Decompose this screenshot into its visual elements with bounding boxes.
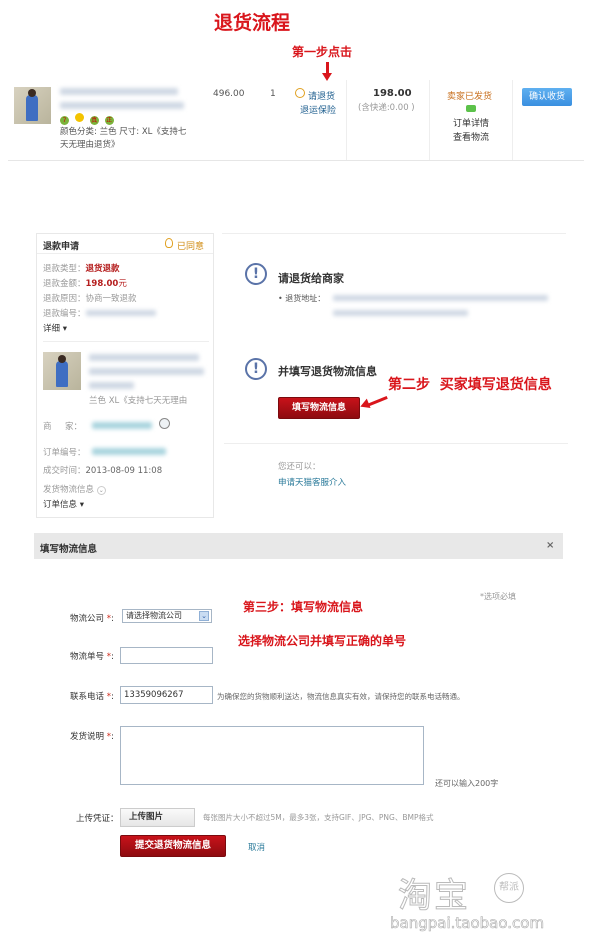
product-spec: 颜色分类: 兰色 尺寸: XL《支持七天无理由退货》: [60, 127, 187, 150]
badge-7day-icon: 7: [60, 116, 69, 125]
order-status: 卖家已发货: [447, 92, 493, 102]
step3-annotation: 第三步：填写物流信息: [243, 600, 364, 614]
also-can-label: 您还可以：: [278, 462, 321, 472]
service-badges: 7 真 正: [60, 113, 114, 125]
confirm-receipt-button[interactable]: 确认收货: [522, 88, 572, 106]
request-service-link[interactable]: 申请天猫客服介入: [278, 476, 346, 488]
refund-info: 退款类型：退货退款 退款金额：198.00元 退款原因：协商一致退款 退款编号：…: [43, 262, 156, 337]
refund-type-row: 退款类型：退货退款: [43, 264, 120, 274]
seller-label: 商 家：: [43, 422, 83, 432]
product-spec: 兰色 XL《支持七天无理由: [89, 396, 188, 406]
watermark-url: bangpai.taobao.com: [390, 914, 545, 933]
fill-logistics-button[interactable]: 填写物流信息: [278, 397, 360, 419]
order-info-toggle[interactable]: 订单信息 ▾: [43, 498, 84, 510]
shipping-note-textarea[interactable]: [120, 726, 424, 785]
refund-reason-row: 退款原因：协商一致退款: [43, 294, 137, 304]
refund-panel-title: 退款申请: [43, 242, 80, 252]
step2-annotation: 第二步 买家填写退货信息: [388, 377, 552, 393]
order-row: 7 真 正 颜色分类: 兰色 尺寸: XL《支持七天无理由退货》 496.00 …: [8, 80, 584, 161]
return-address-blurred: [333, 294, 548, 319]
wangwang-chat-icon[interactable]: [159, 418, 170, 429]
badge-gold-icon: [74, 113, 84, 122]
alert-icon: !: [245, 263, 267, 285]
refund-panel: 退款申请 已同意 退款类型：退货退款 退款金额：198.00元 退款原因：协商一…: [36, 233, 214, 518]
refund-amount-row: 退款金额：198.00元: [43, 279, 127, 289]
divider: [43, 341, 209, 342]
request-return-link[interactable]: 请退货: [308, 89, 335, 102]
product-thumbnail[interactable]: [43, 352, 81, 390]
watermark-badge: 帮派: [494, 873, 524, 903]
shipping-note: (含快递:0.00 ): [358, 103, 415, 113]
logistics-company-select[interactable]: 请选择物流公司 ⌄: [122, 609, 212, 623]
fill-logistics-heading: 并填写退货物流信息: [278, 365, 377, 378]
order-total: 198.00: [373, 88, 412, 99]
char-counter: 还可以输入200字: [435, 779, 499, 788]
cancel-link[interactable]: 取消: [248, 841, 265, 853]
close-icon[interactable]: ×: [546, 540, 554, 551]
chat-icon[interactable]: [466, 105, 476, 112]
product-title-blurred[interactable]: [89, 354, 204, 392]
order-number-blurred[interactable]: [92, 448, 166, 458]
return-to-seller-heading: 请退货给商家: [278, 272, 344, 285]
chevron-down-icon[interactable]: ⌄: [199, 611, 209, 621]
refund-status: 已同意: [177, 242, 205, 252]
alert-icon: !: [245, 358, 267, 380]
chevron-down-icon: ▾: [62, 324, 67, 334]
return-insurance-link[interactable]: 退运保险: [300, 103, 336, 116]
phone-hint: 为确保您的货物顺利送达，物流信息真实有效，请保持您的联系电话畅通。: [217, 692, 465, 701]
phone-input[interactable]: 13359096267: [120, 686, 213, 704]
refund-panel-header: 退款申请 已同意: [37, 234, 213, 254]
tracking-label: 物流单号 *:: [70, 652, 114, 662]
deal-time-row: 成交时间：2013-08-09 11:08: [43, 466, 163, 476]
company-label: 物流公司 *:: [70, 614, 114, 624]
step2-arrowhead-icon: [358, 398, 371, 412]
lightbulb-icon: [165, 238, 173, 248]
unit-price: 496.00: [213, 89, 245, 99]
dialog-title: 填写物流信息: [40, 544, 98, 555]
tracking-number-input[interactable]: [120, 647, 213, 664]
refund-number-row: 退款编号：: [43, 307, 156, 322]
note-label: 发货说明 *:: [70, 732, 114, 742]
chevron-down-icon: ⌄: [96, 486, 106, 495]
view-logistics-link[interactable]: 查看物流: [453, 130, 489, 143]
upload-hint: 每张图片大小不超过5M，最多3张，支持GIF、JPG、PNG、BMP格式: [203, 813, 434, 822]
watermark-logo: 淘宝: [398, 876, 470, 917]
product-thumbnail[interactable]: [14, 87, 51, 124]
step3-sub-annotation: 选择物流公司并填写正确的单号: [238, 634, 407, 648]
chevron-down-icon: ▾: [79, 500, 84, 510]
divider: [222, 233, 566, 234]
divider: [429, 80, 430, 160]
order-number-label: 订单编号：: [43, 448, 86, 458]
phone-label: 联系电话 *:: [70, 692, 114, 702]
refund-detail-toggle[interactable]: 详细 ▾: [43, 322, 156, 337]
clock-icon: [295, 88, 305, 98]
divider: [512, 80, 513, 160]
order-detail-link[interactable]: 订单详情: [453, 116, 489, 129]
badge-authentic-icon: 正: [104, 116, 114, 125]
badge-genuine-icon: 真: [89, 116, 99, 125]
return-address-label: • 退货地址：: [278, 294, 326, 303]
dialog-header: 填写物流信息 ×: [34, 533, 563, 559]
submit-logistics-button[interactable]: 提交退货物流信息: [120, 835, 226, 857]
step1-annotation: 第一步点击: [292, 45, 353, 59]
divider: [224, 443, 568, 444]
divider: [346, 80, 347, 160]
quantity: 1: [270, 89, 276, 99]
product-title-blurred[interactable]: [60, 88, 190, 112]
upload-image-button[interactable]: 上传图片: [120, 808, 195, 827]
shipping-info-toggle[interactable]: 发货物流信息 ⌄: [43, 483, 106, 495]
upload-label: 上传凭证：: [76, 814, 119, 824]
seller-name-blurred[interactable]: [92, 422, 152, 432]
page-title: 退货流程: [214, 12, 291, 34]
required-note: *选项必填: [480, 592, 516, 601]
